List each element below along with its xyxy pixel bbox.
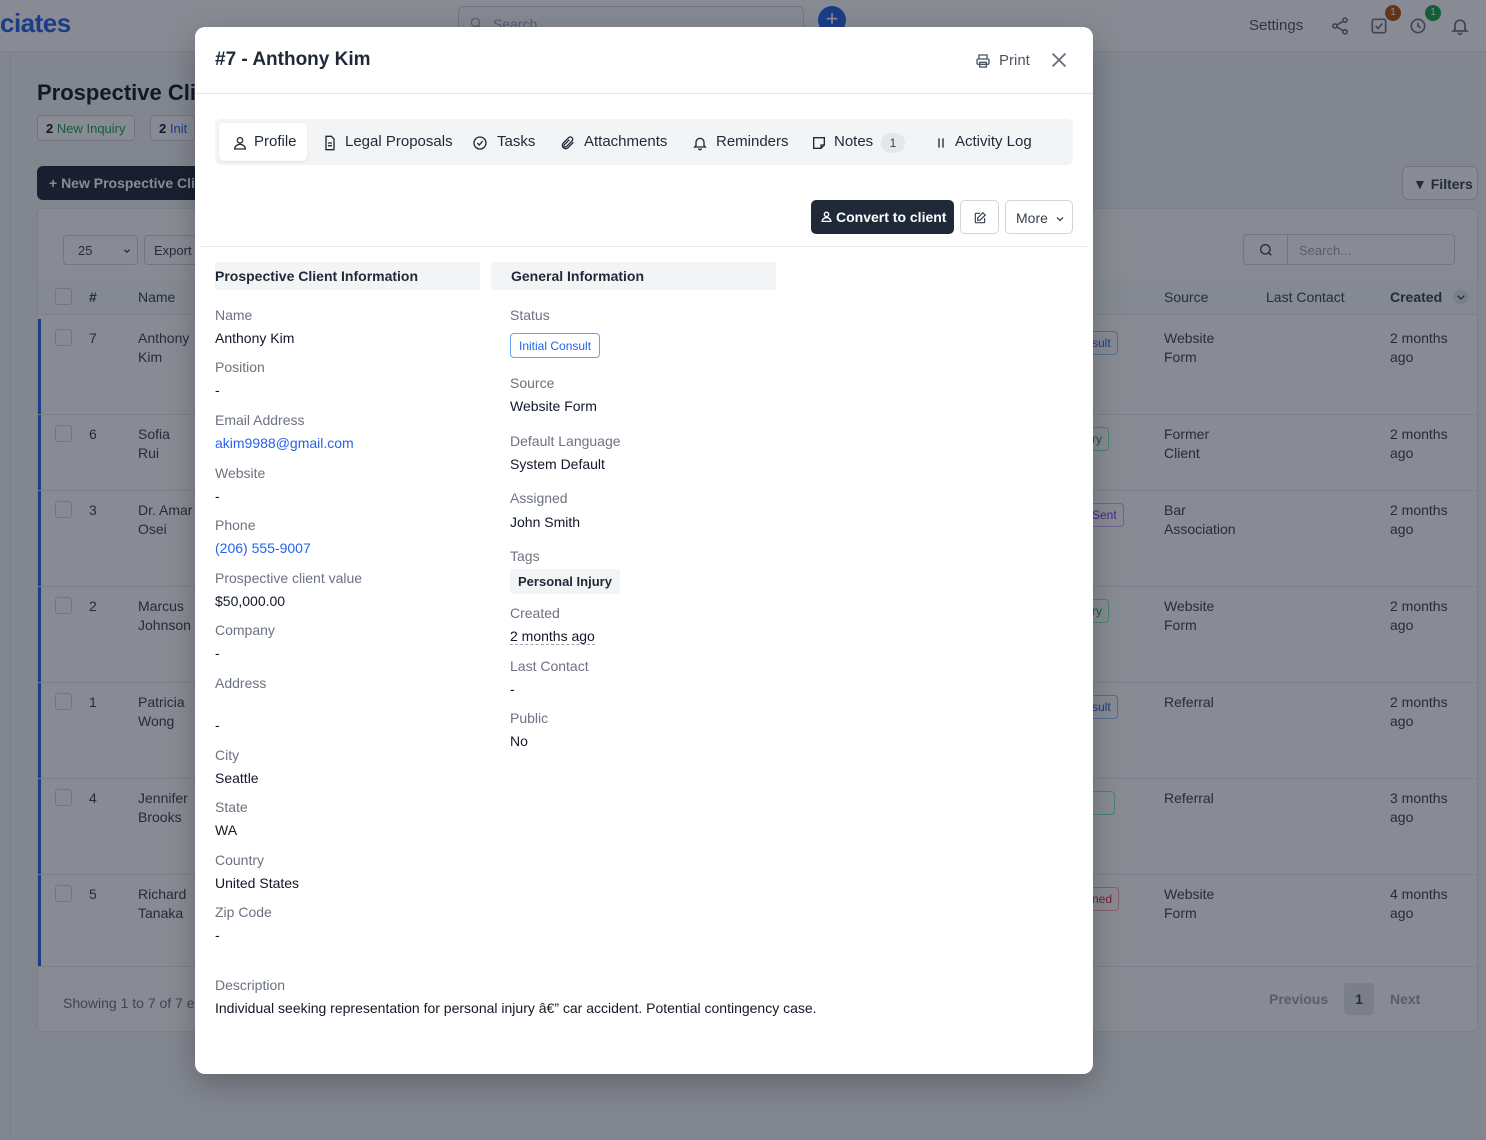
- state-label: State: [215, 799, 248, 815]
- status-label: Status: [510, 307, 550, 323]
- print-label: Print: [999, 52, 1030, 69]
- check-circle-icon: [473, 136, 487, 150]
- modal-tabs: Profile Legal Proposals Tasks Attachment…: [215, 119, 1073, 165]
- assigned-label: Assigned: [510, 490, 568, 506]
- position-value: -: [215, 382, 220, 398]
- zip-value: -: [215, 927, 220, 943]
- tab-label: Tasks: [497, 133, 536, 150]
- user-icon: [821, 211, 832, 223]
- language-label: Default Language: [510, 433, 621, 449]
- tab-label: Activity Log: [955, 133, 1032, 150]
- source-label: Source: [510, 375, 555, 391]
- note-icon: [813, 137, 825, 149]
- divider: [201, 246, 1087, 247]
- prospect-info-heading: Prospective Client Information: [215, 262, 480, 290]
- source-value: Website Form: [510, 398, 597, 414]
- more-button[interactable]: More: [1005, 200, 1073, 234]
- convert-to-client-button[interactable]: Convert to client: [811, 200, 954, 234]
- tab-attachments[interactable]: Attachments: [560, 123, 670, 161]
- last-contact-label: Last Contact: [510, 658, 589, 674]
- country-value: United States: [215, 875, 300, 891]
- tab-label: Profile: [254, 133, 297, 150]
- country-label: Country: [215, 852, 265, 868]
- modal-title: #7 - Anthony Kim: [215, 49, 371, 70]
- client-value-label: Prospective client value: [215, 570, 363, 586]
- print-button[interactable]: Print: [975, 52, 1030, 69]
- tab-profile[interactable]: Profile: [219, 123, 307, 161]
- address-value: -: [215, 717, 220, 733]
- edit-icon: [974, 211, 987, 224]
- assigned-value: John Smith: [510, 514, 581, 530]
- website-label: Website: [215, 465, 266, 481]
- edit-button[interactable]: [960, 200, 999, 234]
- activity-icon: [938, 138, 944, 148]
- state-value: WA: [215, 822, 238, 838]
- tab-legal-proposals[interactable]: Legal Proposals: [322, 123, 453, 161]
- modal-header: #7 - Anthony Kim Print: [195, 27, 1093, 94]
- client-value: $50,000.00: [215, 593, 286, 609]
- created-label: Created: [510, 605, 560, 621]
- company-label: Company: [215, 622, 275, 638]
- user-icon: [233, 137, 247, 150]
- email-link[interactable]: akim9988@gmail.com: [215, 435, 354, 451]
- city-value: Seattle: [215, 770, 259, 786]
- company-value: -: [215, 645, 220, 661]
- tab-label: Reminders: [716, 133, 789, 150]
- general-info-heading: General Information: [491, 262, 776, 290]
- created-value: 2 months ago: [510, 628, 595, 645]
- language-value: System Default: [510, 456, 605, 472]
- phone-label: Phone: [215, 517, 256, 533]
- description-value: Individual seeking representation for pe…: [215, 1000, 817, 1016]
- bell-icon: [693, 137, 707, 151]
- more-label: More: [1016, 210, 1048, 226]
- prospect-detail-modal: #7 - Anthony Kim Print Profile Legal Pro…: [195, 27, 1093, 1074]
- tab-label: Attachments: [584, 133, 668, 150]
- website-value: -: [215, 488, 220, 504]
- tab-activity-log[interactable]: Activity Log: [933, 123, 1043, 161]
- tab-label: Legal Proposals: [345, 133, 453, 150]
- tab-label: Notes: [834, 133, 874, 150]
- close-icon[interactable]: [1048, 49, 1070, 71]
- public-label: Public: [510, 710, 549, 726]
- chevron-down-icon: [1056, 217, 1064, 222]
- tags-label: Tags: [510, 548, 540, 564]
- address-label: Address: [215, 675, 267, 691]
- document-icon: [325, 135, 335, 151]
- status-badge[interactable]: Initial Consult: [510, 333, 601, 358]
- city-label: City: [215, 747, 240, 763]
- name-value: Anthony Kim: [215, 330, 295, 346]
- paperclip-icon: [561, 136, 574, 150]
- tab-reminders[interactable]: Reminders: [692, 123, 790, 161]
- notes-count-badge: 1: [881, 133, 905, 153]
- convert-label: Convert to client: [836, 209, 947, 225]
- phone-link[interactable]: (206) 555-9007: [215, 540, 311, 556]
- zip-label: Zip Code: [215, 904, 272, 920]
- last-contact-value: -: [510, 681, 515, 697]
- tab-tasks[interactable]: Tasks: [472, 123, 538, 161]
- public-value: No: [510, 733, 528, 749]
- tab-notes[interactable]: Notes 1: [811, 123, 907, 161]
- email-label: Email Address: [215, 412, 305, 428]
- name-label: Name: [215, 307, 253, 323]
- position-label: Position: [215, 359, 265, 375]
- tag-chip: Personal Injury: [510, 569, 620, 594]
- printer-icon: [976, 54, 990, 68]
- description-label: Description: [215, 977, 286, 993]
